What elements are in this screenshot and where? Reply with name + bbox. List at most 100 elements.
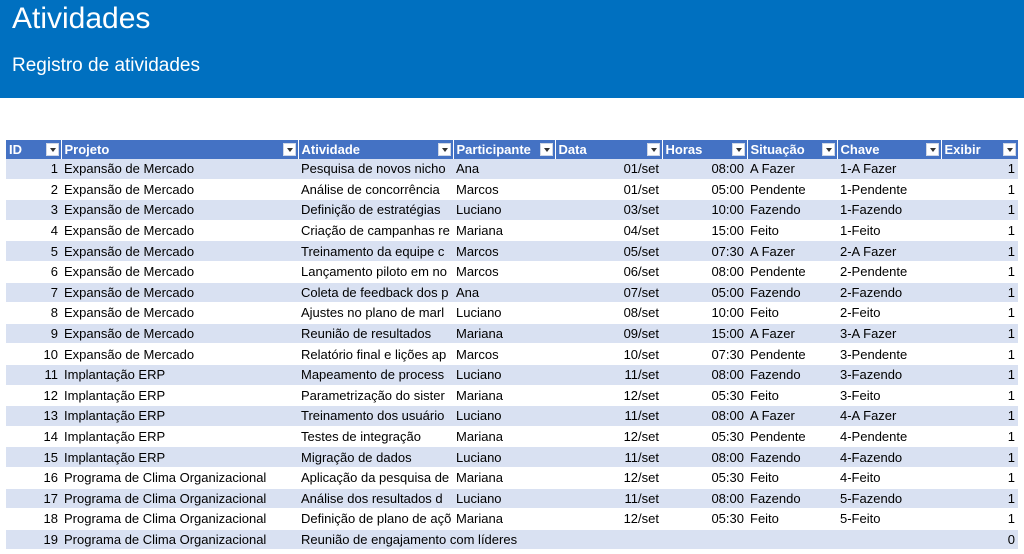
cell-id[interactable]: 16 bbox=[6, 467, 61, 489]
cell-atividade[interactable]: Treinamento da equipe c bbox=[298, 240, 453, 262]
cell-situacao[interactable]: A Fazer bbox=[747, 240, 837, 262]
cell-horas[interactable] bbox=[662, 529, 747, 551]
cell-data[interactable]: 11/set bbox=[555, 488, 662, 510]
cell-chave[interactable]: 2-Fazendo bbox=[837, 282, 941, 304]
cell-exibir[interactable]: 1 bbox=[941, 240, 1018, 262]
cell-horas[interactable]: 08:00 bbox=[662, 261, 747, 283]
cell-chave[interactable]: 4-A Fazer bbox=[837, 405, 941, 427]
cell-chave[interactable]: 1-Fazendo bbox=[837, 199, 941, 221]
cell-data[interactable]: 04/set bbox=[555, 220, 662, 242]
cell-atividade[interactable]: Reunião de resultados bbox=[298, 323, 453, 345]
cell-data[interactable]: 12/set bbox=[555, 508, 662, 530]
table-row[interactable]: 9 Expansão de Mercado Reunião de resultado… bbox=[6, 323, 1018, 345]
cell-situacao[interactable]: Pendente bbox=[747, 179, 837, 201]
cell-horas[interactable]: 10:00 bbox=[662, 302, 747, 324]
cell-situacao[interactable]: Pendente bbox=[747, 261, 837, 283]
cell-id[interactable]: 3 bbox=[6, 199, 61, 221]
cell-projeto[interactable]: Expansão de Mercado bbox=[61, 199, 298, 221]
cell-horas[interactable]: 15:00 bbox=[662, 323, 747, 345]
cell-situacao[interactable]: A Fazer bbox=[747, 159, 837, 180]
cell-exibir[interactable]: 1 bbox=[941, 426, 1018, 448]
cell-participante[interactable]: Marcos bbox=[453, 240, 555, 262]
cell-participante[interactable]: Marcos bbox=[453, 261, 555, 283]
cell-chave[interactable]: 1-Pendente bbox=[837, 179, 941, 201]
cell-horas[interactable]: 15:00 bbox=[662, 220, 747, 242]
cell-situacao[interactable]: Feito bbox=[747, 508, 837, 530]
cell-exibir[interactable]: 1 bbox=[941, 405, 1018, 427]
cell-participante[interactable]: Mariana bbox=[453, 385, 555, 407]
table-row[interactable]: 14 Implantação ERP Testes de integração Mar… bbox=[6, 426, 1018, 448]
table-row[interactable]: 10 Expansão de Mercado Relatório final e l… bbox=[6, 343, 1018, 365]
cell-projeto[interactable]: Implantação ERP bbox=[61, 446, 298, 468]
cell-participante[interactable]: Ana bbox=[453, 282, 555, 304]
cell-situacao[interactable]: Pendente bbox=[747, 426, 837, 448]
cell-id[interactable]: 4 bbox=[6, 220, 61, 242]
cell-participante[interactable]: Marcos bbox=[453, 343, 555, 365]
cell-situacao[interactable]: Feito bbox=[747, 302, 837, 324]
cell-exibir[interactable]: 1 bbox=[941, 199, 1018, 221]
cell-data[interactable]: 11/set bbox=[555, 405, 662, 427]
cell-situacao[interactable]: Fazendo bbox=[747, 488, 837, 510]
cell-horas[interactable]: 08:00 bbox=[662, 446, 747, 468]
cell-exibir[interactable]: 1 bbox=[941, 343, 1018, 365]
cell-participante[interactable]: Mariana bbox=[453, 220, 555, 242]
cell-chave[interactable]: 1-A Fazer bbox=[837, 159, 941, 180]
cell-situacao[interactable]: Feito bbox=[747, 220, 837, 242]
cell-data[interactable]: 06/set bbox=[555, 261, 662, 283]
cell-chave[interactable]: 3-Feito bbox=[837, 385, 941, 407]
table-row[interactable]: 19 Programa de Clima Organizacional Reuniã… bbox=[6, 529, 1018, 551]
cell-data[interactable]: 01/set bbox=[555, 159, 662, 180]
cell-atividade[interactable]: Relatório final e lições ap bbox=[298, 343, 453, 365]
cell-chave[interactable]: 1-Feito bbox=[837, 220, 941, 242]
cell-projeto[interactable]: Expansão de Mercado bbox=[61, 179, 298, 201]
cell-data[interactable]: 12/set bbox=[555, 467, 662, 489]
cell-data[interactable]: 08/set bbox=[555, 302, 662, 324]
cell-exibir[interactable]: 0 bbox=[941, 529, 1018, 551]
table-row[interactable]: 18 Programa de Clima Organizacional Defini… bbox=[6, 508, 1018, 530]
cell-chave[interactable]: 2-A Fazer bbox=[837, 240, 941, 262]
cell-id[interactable]: 10 bbox=[6, 343, 61, 365]
table-row[interactable]: 1 Expansão de Mercado Pesquisa de novos ni… bbox=[6, 159, 1018, 180]
cell-exibir[interactable]: 1 bbox=[941, 179, 1018, 201]
cell-chave[interactable] bbox=[837, 529, 941, 551]
filter-dropdown-icon[interactable] bbox=[45, 143, 59, 156]
table-row[interactable]: 2 Expansão de Mercado Análise de concorrên… bbox=[6, 179, 1018, 201]
cell-projeto[interactable]: Expansão de Mercado bbox=[61, 240, 298, 262]
cell-chave[interactable]: 5-Feito bbox=[837, 508, 941, 530]
cell-id[interactable]: 13 bbox=[6, 405, 61, 427]
cell-data[interactable]: 03/set bbox=[555, 199, 662, 221]
cell-chave[interactable]: 3-Pendente bbox=[837, 343, 941, 365]
table-row[interactable]: 5 Expansão de Mercado Treinamento da equip… bbox=[6, 240, 1018, 262]
cell-participante[interactable]: Mariana bbox=[453, 426, 555, 448]
cell-horas[interactable]: 05:30 bbox=[662, 426, 747, 448]
cell-atividade[interactable]: Definição de estratégias bbox=[298, 199, 453, 221]
cell-exibir[interactable]: 1 bbox=[941, 220, 1018, 242]
cell-participante[interactable]: Luciano bbox=[453, 302, 555, 324]
cell-chave[interactable]: 3-A Fazer bbox=[837, 323, 941, 345]
cell-situacao[interactable]: Feito bbox=[747, 467, 837, 489]
cell-horas[interactable]: 05:30 bbox=[662, 508, 747, 530]
cell-situacao[interactable]: Fazendo bbox=[747, 446, 837, 468]
cell-chave[interactable]: 4-Pendente bbox=[837, 426, 941, 448]
cell-projeto[interactable]: Expansão de Mercado bbox=[61, 323, 298, 345]
cell-participante[interactable]: Luciano bbox=[453, 405, 555, 427]
cell-horas[interactable]: 07:30 bbox=[662, 343, 747, 365]
table-row[interactable]: 8 Expansão de Mercado Ajustes no plano de … bbox=[6, 302, 1018, 324]
cell-data[interactable]: 11/set bbox=[555, 364, 662, 386]
cell-participante[interactable]: Luciano bbox=[453, 364, 555, 386]
cell-exibir[interactable]: 1 bbox=[941, 467, 1018, 489]
filter-dropdown-icon[interactable] bbox=[437, 143, 451, 156]
cell-atividade[interactable]: Treinamento dos usuário bbox=[298, 405, 453, 427]
cell-projeto[interactable]: Expansão de Mercado bbox=[61, 302, 298, 324]
table-row[interactable]: 13 Implantação ERP Treinamento dos usuário… bbox=[6, 405, 1018, 427]
cell-participante[interactable]: Mariana bbox=[453, 467, 555, 489]
cell-exibir[interactable]: 1 bbox=[941, 364, 1018, 386]
cell-id[interactable]: 6 bbox=[6, 261, 61, 283]
cell-participante[interactable]: Luciano bbox=[453, 488, 555, 510]
cell-projeto[interactable]: Programa de Clima Organizacional bbox=[61, 529, 298, 551]
cell-exibir[interactable]: 1 bbox=[941, 446, 1018, 468]
cell-participante[interactable]: Luciano bbox=[453, 446, 555, 468]
cell-atividade[interactable]: Mapeamento de process bbox=[298, 364, 453, 386]
cell-exibir[interactable]: 1 bbox=[941, 261, 1018, 283]
cell-horas[interactable]: 07:30 bbox=[662, 240, 747, 262]
